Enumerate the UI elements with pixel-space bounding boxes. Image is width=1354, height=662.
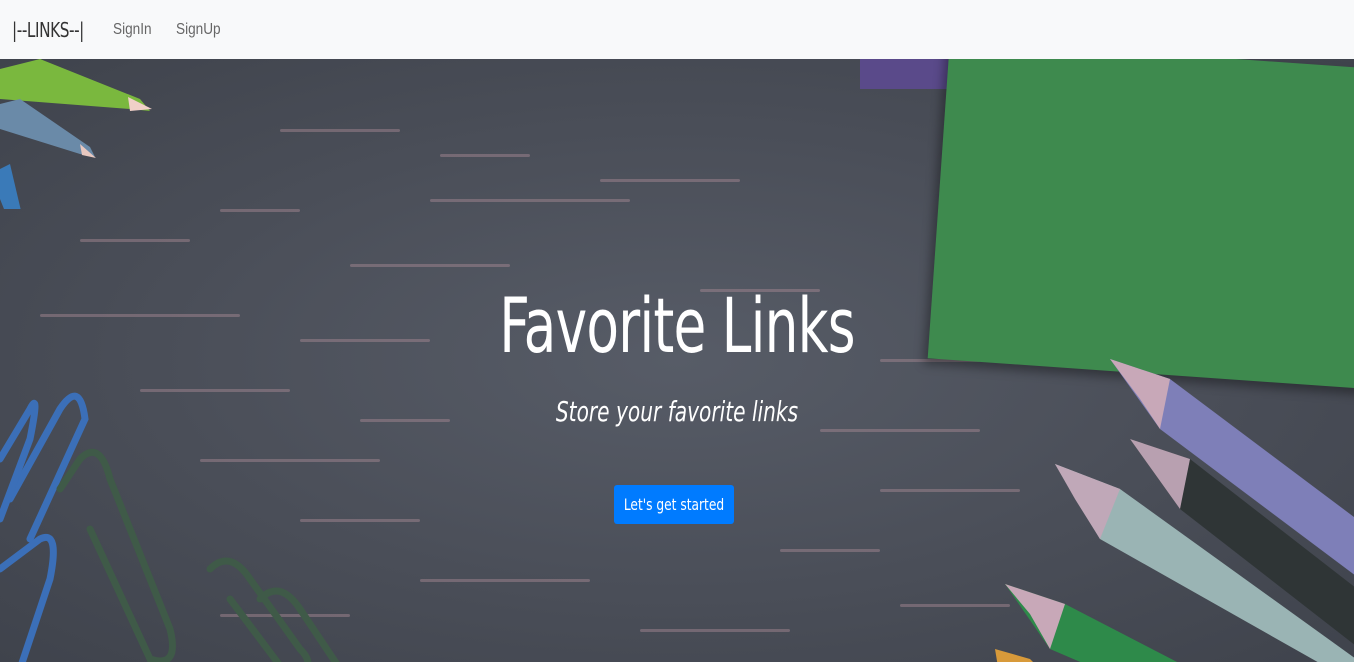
hero-content: Favorite Links Store your favorite links… [0,59,1354,662]
brand-logo[interactable]: |--LINKS--| [12,18,84,42]
get-started-label: Let's get started [623,495,725,514]
get-started-button[interactable]: Let's get started [614,485,734,524]
hero-section: Favorite Links Store your favorite links… [0,59,1354,662]
hero-title: Favorite Links [499,281,855,370]
navbar: |--LINKS--| SignIn SignUp [0,0,1354,59]
nav-links: SignIn SignUp [113,21,247,39]
hero-subtitle: Store your favorite links [555,395,799,428]
nav-signin-link[interactable]: SignIn [113,21,152,39]
nav-signup-link[interactable]: SignUp [176,21,221,39]
